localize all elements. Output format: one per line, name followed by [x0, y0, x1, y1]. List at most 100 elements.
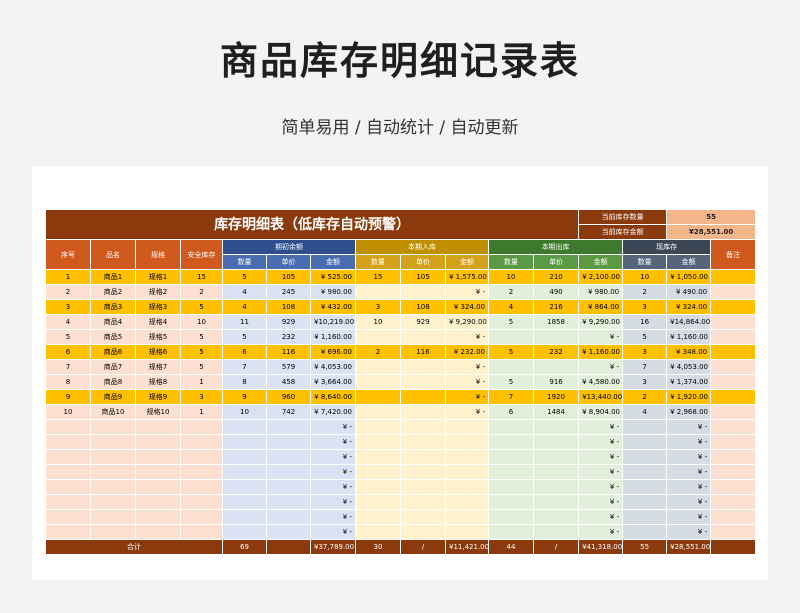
cell-empty [488, 434, 534, 450]
cell-c-qty: 3 [622, 299, 668, 315]
cell-empty [355, 464, 401, 480]
cell-i-qty: 2 [355, 344, 401, 360]
cell-empty [532, 509, 580, 525]
cell-empty-amount: ¥ - [578, 494, 624, 510]
header-seq: 序号 [45, 239, 91, 270]
cell-empty [180, 494, 223, 510]
cell-empty [532, 494, 580, 510]
cell-empty [355, 449, 401, 465]
total-empty [710, 539, 757, 555]
empty-row: ¥ - ¥ - ¥ - [45, 479, 757, 495]
cell-empty [622, 479, 668, 495]
cell-o-qty: 4 [222, 284, 267, 300]
cell-i-qty [355, 374, 401, 390]
cell-c-qty: 16 [622, 314, 668, 330]
cell-u-price [532, 329, 580, 345]
header-spec: 规格 [135, 239, 181, 270]
cell-empty-amount: ¥ - [310, 524, 356, 540]
cell-empty [45, 464, 91, 480]
header-remark: 备注 [710, 239, 757, 270]
cell-c-qty: 5 [622, 329, 668, 345]
cell-empty-amount: ¥ - [666, 449, 712, 465]
cell-safe: 15 [180, 269, 223, 285]
cell-name: 商品7 [90, 359, 136, 375]
cell-o-amt: ¥ 3,664.00 [310, 374, 356, 390]
cell-u-price: 1858 [532, 314, 580, 330]
cell-empty [180, 449, 223, 465]
total-u-qty: 44 [488, 539, 534, 555]
subheader-price: 单价 [532, 254, 580, 270]
cell-empty [532, 419, 580, 435]
cell-o-amt: ¥ 980.00 [310, 284, 356, 300]
cell-empty [400, 434, 446, 450]
cell-empty [135, 434, 181, 450]
cell-empty [222, 494, 267, 510]
cell-c-amt: ¥14,864.00 [666, 314, 712, 330]
cell-o-qty: 5 [222, 329, 267, 345]
cell-i-amt: ¥ - [445, 359, 489, 375]
cell-spec: 规格2 [135, 284, 181, 300]
cell-empty [180, 434, 223, 450]
cell-safe: 5 [180, 329, 223, 345]
cell-i-amt: ¥ - [445, 389, 489, 405]
cell-empty-amount: ¥ - [310, 479, 356, 495]
cell-i-amt: ¥ - [445, 374, 489, 390]
cell-empty [90, 524, 136, 540]
sheet-title: 库存明细表（低库存自动预警） [44, 209, 580, 240]
cell-c-qty: 3 [622, 344, 668, 360]
cell-safe: 10 [180, 314, 223, 330]
cell-o-qty: 6 [222, 344, 267, 360]
table-row: 2 商品2 规格2 2 4 245 ¥ 980.00 ¥ -2 490 ¥ 980.00 2 ¥ 49… [45, 284, 757, 300]
cell-empty [135, 479, 181, 495]
cell-empty [400, 524, 446, 540]
cell-o-amt: ¥10,219.00 [310, 314, 356, 330]
cell-i-qty: 10 [355, 314, 401, 330]
cell-o-amt: ¥ 696.00 [310, 344, 356, 360]
table-row: 10 商品10 规格10 1 10 742 ¥ 7,420.00 ¥ -6 1484 ¥ 8,90… [45, 404, 757, 420]
cell-c-amt: ¥ 1,050.00 [666, 269, 712, 285]
cell-o-qty: 8 [222, 374, 267, 390]
total-i-price: / [400, 539, 446, 555]
cell-empty [445, 464, 489, 480]
cell-empty-amount: ¥ - [666, 464, 712, 480]
cell-o-amt: ¥ 4,053.00 [310, 359, 356, 375]
cell-o-amt: ¥ 432.00 [310, 299, 356, 315]
cell-c-amt: ¥ 490.00 [666, 284, 712, 300]
cell-empty [222, 434, 267, 450]
cell-c-amt: ¥ 1,920.00 [666, 389, 712, 405]
cell-empty [355, 524, 401, 540]
cell-empty [710, 464, 757, 480]
cell-empty [488, 464, 534, 480]
page-subtitle: 简单易用 / 自动统计 / 自动更新 [281, 118, 519, 138]
cell-remark [710, 359, 757, 375]
cell-i-price [400, 389, 446, 405]
cell-safe: 1 [180, 374, 223, 390]
inventory-sheet: 库存明细表（低库存自动预警） 当前库存数量 55 当前库存金额 ¥28,551.… [44, 209, 757, 555]
cell-empty [710, 479, 757, 495]
cell-empty-amount: ¥ - [578, 509, 624, 525]
cell-remark [710, 404, 757, 420]
table-row: 6 商品6 规格6 5 6 116 ¥ 696.00 2 116 ¥ 232.00 5 232 ¥ 1,… [45, 344, 757, 360]
cell-c-amt: ¥ 2,968.00 [666, 404, 712, 420]
cell-empty [710, 419, 757, 435]
cell-u-amt: ¥ - [578, 329, 624, 345]
cell-empty [488, 524, 534, 540]
cell-u-amt: ¥ 4,580.00 [578, 374, 624, 390]
cell-i-price [400, 374, 446, 390]
cell-empty [445, 434, 489, 450]
cell-c-amt: ¥ 1,160.00 [666, 329, 712, 345]
cell-empty [355, 509, 401, 525]
cell-c-qty: 2 [622, 389, 668, 405]
cell-c-amt: ¥ 348.00 [666, 344, 712, 360]
cell-u-qty: 4 [488, 299, 534, 315]
cell-empty [222, 419, 267, 435]
cell-u-amt: ¥ 1,160.00 [578, 344, 624, 360]
subheader-amount: 金额 [310, 254, 356, 270]
cell-empty [266, 464, 311, 480]
total-u-price: / [532, 539, 580, 555]
cell-i-qty [355, 284, 401, 300]
cell-empty [488, 479, 534, 495]
cell-empty [180, 479, 223, 495]
cell-remark [710, 344, 757, 360]
header-current: 现库存 [622, 239, 712, 255]
